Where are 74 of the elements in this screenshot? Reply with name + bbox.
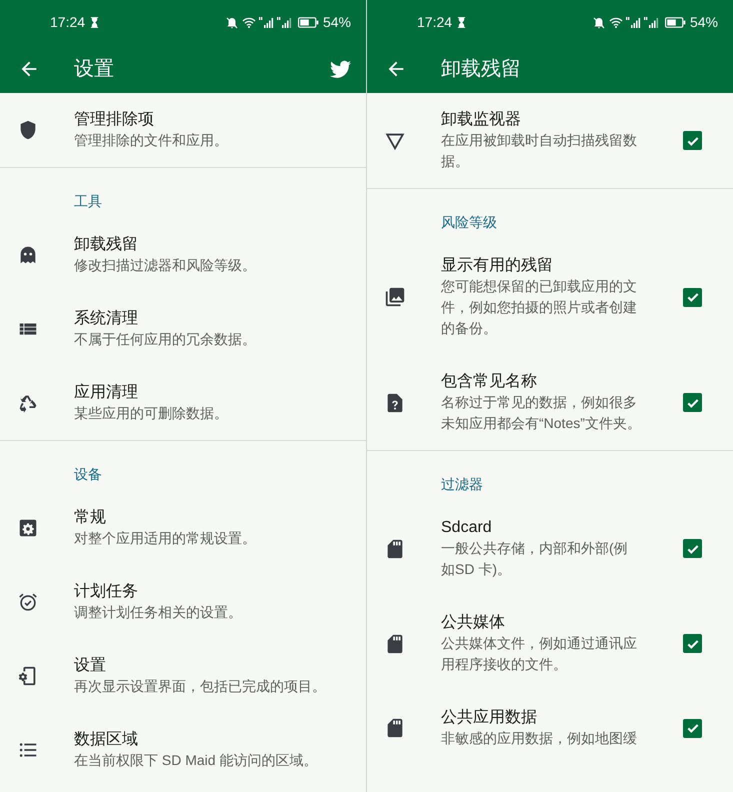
row-description: 一般公共存储，内部和外部(例如SD 卡)。 (441, 539, 629, 579)
row-title: 常规 (74, 508, 107, 528)
row-title: 设置 (74, 656, 107, 676)
hourglass-icon (90, 17, 100, 28)
settings-row[interactable]: 公共媒体 公共媒体文件，例如通过通讯应用程序接收的文件。 (367, 596, 733, 691)
row-title: 公共应用数据 (441, 708, 538, 728)
row-title: 卸载残留 (74, 234, 139, 255)
row-description: 名称过于常见的数据，例如很多未知应用都会有“Notes”文件夹。 (441, 393, 641, 433)
row-title: 计划任务 (74, 582, 139, 602)
muted-bell-icon (226, 16, 238, 28)
row-description: 某些应用的可删除数据。 (74, 404, 229, 423)
row-title: 卸载监视器 (441, 110, 522, 130)
row-title: 包含常见名称 (441, 372, 538, 392)
section-header: 风险等级 (440, 213, 498, 232)
checkbox[interactable] (683, 539, 702, 558)
status-time: 17:24 (417, 13, 452, 32)
section-header: 过滤器 (440, 475, 484, 494)
row-title: 数据区域 (74, 730, 139, 750)
settings-row[interactable]: 计划任务 调整计划任务相关的设置。 (0, 565, 366, 639)
settings-row[interactable]: 系统清理 不属于任何应用的冗余数据。 (0, 292, 366, 366)
settings-row[interactable]: 包含常见名称 名称过于常见的数据，例如很多未知应用都会有“Notes”文件夹。 (367, 355, 733, 450)
settings-row[interactable]: 设置 再次显示设置界面，包括已完成的项目。 (0, 639, 366, 713)
phone-gear-icon (16, 665, 38, 687)
photos-icon (384, 286, 406, 308)
bird-icon[interactable] (329, 58, 352, 80)
section-header: 工具 (73, 192, 103, 211)
battery-icon (298, 17, 319, 28)
signal-icon (626, 17, 642, 28)
status-time: 17:24 (50, 13, 86, 32)
settings-row[interactable]: 卸载残留 修改扫描过滤器和风险等级。 (0, 218, 366, 292)
row-description: 您可能想保留的已卸载应用的文件，例如您拍摄的照片或者创建的备份。 (441, 277, 638, 338)
screen-title: 卸载残留 (441, 57, 522, 82)
alarm-clock-icon (16, 591, 38, 613)
wifi-icon (242, 17, 256, 28)
signal-icon (276, 17, 293, 28)
battery-icon (664, 17, 686, 28)
settings-row[interactable]: 显示有用的残留 您可能想保留的已卸载应用的文件，例如您拍摄的照片或者创建的备份。 (367, 239, 733, 355)
row-title: 公共媒体 (441, 612, 506, 633)
settings-row[interactable]: 常规 对整个应用适用的常规设置。 (0, 491, 366, 565)
checkbox[interactable] (683, 634, 702, 653)
screen-title: 设置 (74, 57, 115, 82)
row-description: 公共媒体文件，例如通过通讯应用程序接收的文件。 (441, 634, 638, 674)
row-description: 管理排除的文件和应用。 (74, 131, 229, 150)
settings-row[interactable]: 应用清理 某些应用的可删除数据。 (0, 366, 366, 440)
row-description: 非敏感的应用数据，例如地图缓 (441, 729, 638, 748)
row-description: 在当前权限下 SD Maid 能访问的区域。 (74, 751, 318, 770)
row-title: 管理排除项 (74, 110, 155, 130)
row-description: 在应用被卸载时自动扫描残留数据。 (441, 131, 638, 171)
row-description: 再次显示设置界面，包括已完成的项目。 (74, 677, 327, 696)
hourglass-icon (457, 17, 466, 28)
row-title: Sdcard (441, 518, 493, 538)
row-title: 系统清理 (74, 308, 139, 329)
battery-percentage: 54% (690, 13, 718, 32)
settings-row[interactable]: 公共应用数据 非敏感的应用数据，例如地图缓 (367, 691, 733, 765)
settings-row[interactable]: Sdcard 一般公共存储，内部和外部(例如SD 卡)。 (367, 501, 733, 596)
settings-row[interactable]: 数据区域 在当前权限下 SD Maid 能访问的区域。 (0, 713, 366, 787)
row-description: 修改扫描过滤器和风险等级。 (74, 256, 257, 275)
row-description: 不属于任何应用的冗余数据。 (74, 330, 257, 349)
checkbox[interactable] (683, 718, 702, 738)
row-description: 调整计划任务相关的设置。 (74, 603, 243, 622)
checkbox[interactable] (683, 393, 702, 412)
row-title: 应用清理 (74, 382, 139, 403)
battery-percentage: 54% (322, 13, 351, 32)
muted-bell-icon (592, 16, 605, 28)
row-title: 显示有用的残留 (441, 256, 554, 276)
signal-icon (258, 17, 275, 28)
checkbox[interactable] (683, 288, 702, 306)
row-description: 对整个应用适用的常规设置。 (74, 529, 257, 548)
settings-row[interactable]: 管理排除项 管理排除的文件和应用。 (0, 93, 366, 167)
section-header: 设备 (73, 465, 103, 484)
signal-icon (644, 17, 660, 28)
checkbox[interactable] (683, 131, 702, 150)
wifi-icon (608, 17, 623, 28)
settings-row[interactable]: 卸载监视器 在应用被卸载时自动扫描残留数据。 (367, 93, 733, 188)
